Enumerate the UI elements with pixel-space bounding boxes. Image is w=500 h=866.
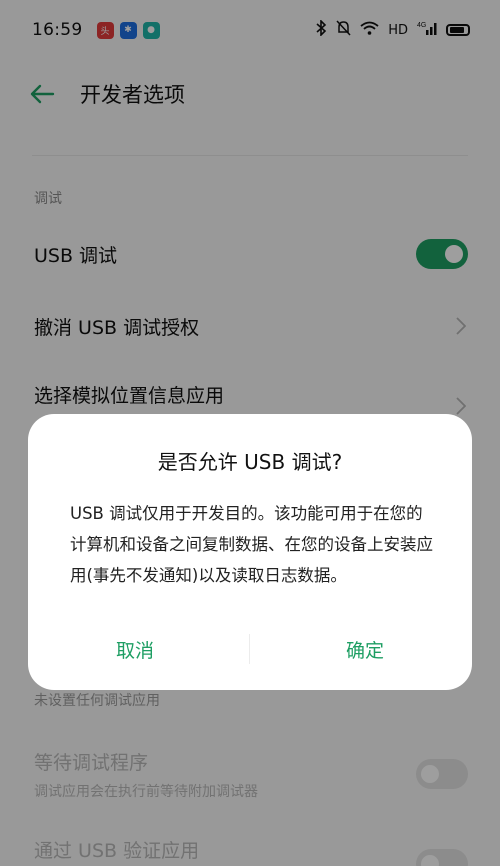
ok-button[interactable]: 确定 (346, 636, 384, 663)
usb-debug-dialog: 是否允许 USB 调试? USB 调试仅用于开发目的。该功能可用于在您的计算机和… (28, 414, 472, 690)
cancel-button[interactable]: 取消 (116, 636, 154, 663)
button-divider (249, 634, 250, 664)
dialog-title: 是否允许 USB 调试? (157, 450, 343, 474)
dialog-message: USB 调试仅用于开发目的。该功能可用于在您的计算机和设备之间复制数据、在您的设… (70, 504, 433, 585)
